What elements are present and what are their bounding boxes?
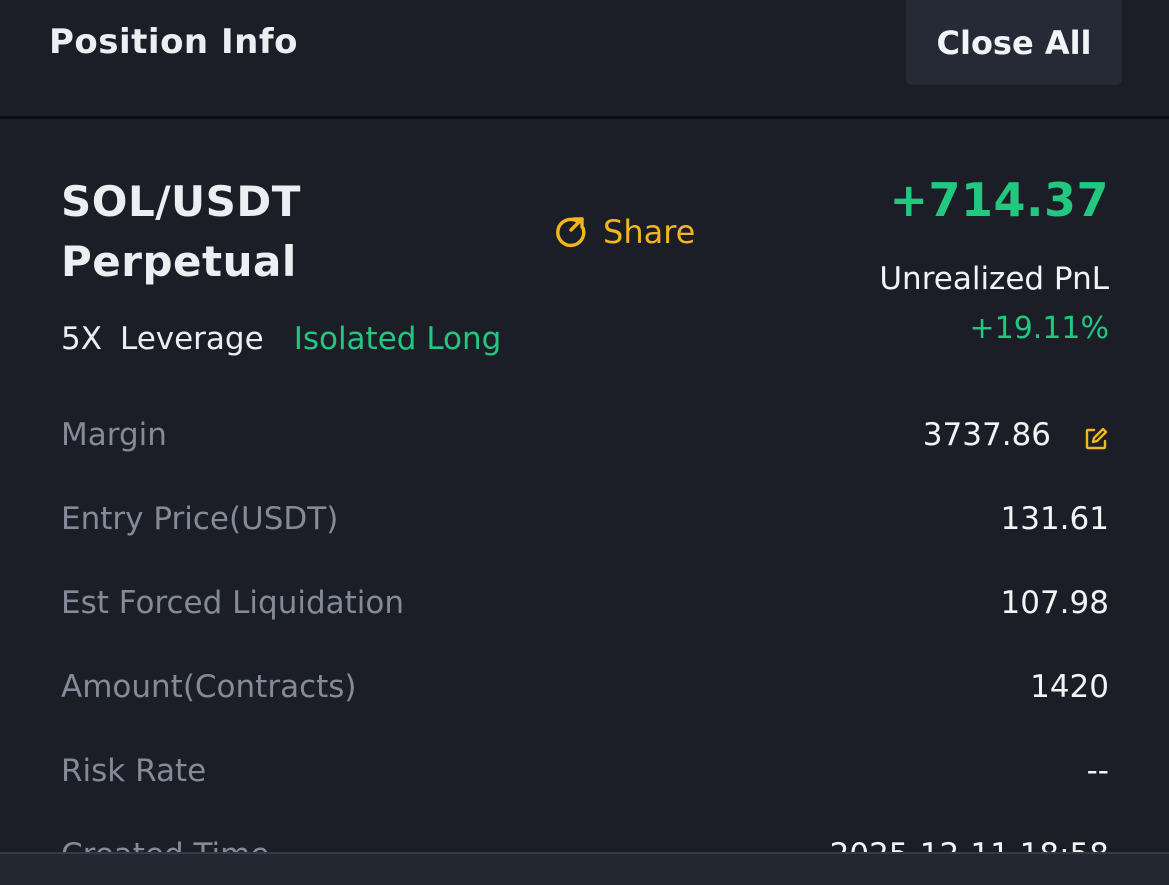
detail-label: Risk Rate: [61, 753, 207, 789]
position-card: SOL/USDT Perpetual Share +714.37 Unreali…: [0, 119, 1169, 855]
bottom-bar: [0, 852, 1169, 885]
page-title: Position Info: [49, 22, 298, 62]
detail-row-created-time: Created Time 2025-12-11 18:58: [0, 815, 1169, 855]
detail-row-risk-rate: Risk Rate --: [0, 731, 1169, 815]
detail-value: 3737.86: [922, 417, 1051, 453]
leverage-value: 5X: [61, 321, 102, 357]
position-info-header: Position Info Close All: [0, 0, 1169, 116]
detail-value: 131.61: [1000, 501, 1109, 537]
detail-row-entry-price: Entry Price(USDT) 131.61: [0, 479, 1169, 563]
unrealized-pnl-value: +714.37: [889, 173, 1109, 227]
detail-label: Entry Price(USDT): [61, 501, 339, 537]
unrealized-pnl-label: Unrealized PnL: [879, 261, 1109, 297]
detail-label: Amount(Contracts): [61, 669, 357, 705]
detail-label: Est Forced Liquidation: [61, 585, 405, 621]
close-all-button[interactable]: Close All: [906, 0, 1122, 85]
unrealized-pnl-percent: +19.11%: [969, 311, 1109, 346]
detail-value: 107.98: [1000, 585, 1109, 621]
share-button[interactable]: Share: [553, 213, 695, 251]
share-icon: [556, 217, 586, 248]
detail-label: Margin: [61, 417, 167, 453]
edit-icon[interactable]: [1083, 426, 1109, 452]
leverage-label: Leverage: [119, 321, 264, 357]
share-label: Share: [603, 213, 696, 251]
detail-row-margin: Margin 3737.86: [0, 395, 1169, 479]
symbol-contract-type: Perpetual: [61, 237, 297, 286]
leverage-row: 5X Leverage Isolated Long: [61, 321, 501, 357]
detail-value: 1420: [1030, 669, 1109, 705]
margin-mode-badge: Isolated Long: [293, 321, 502, 357]
symbol-pair: SOL/USDT: [61, 177, 301, 226]
detail-row-amount: Amount(Contracts) 1420: [0, 647, 1169, 731]
detail-value: --: [1086, 753, 1109, 789]
position-symbol: SOL/USDT Perpetual: [61, 172, 301, 292]
position-details: Margin 3737.86 Entry Price(USDT) 131.61 …: [0, 395, 1169, 855]
detail-row-liquidation: Est Forced Liquidation 107.98: [0, 563, 1169, 647]
